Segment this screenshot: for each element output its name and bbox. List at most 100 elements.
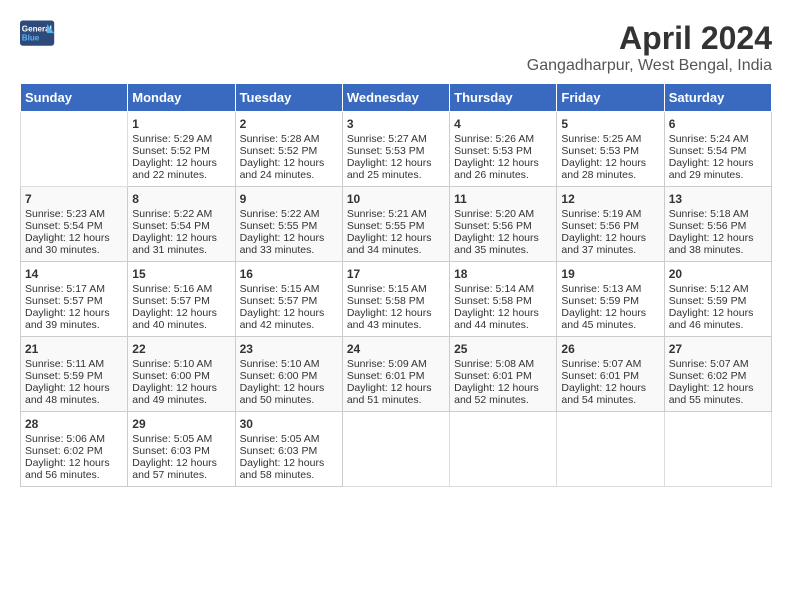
calendar-cell: 8Sunrise: 5:22 AMSunset: 5:54 PMDaylight… xyxy=(128,187,235,262)
day-info: Sunset: 5:57 PM xyxy=(25,295,123,307)
day-number: 19 xyxy=(561,267,659,281)
day-info: Sunrise: 5:26 AM xyxy=(454,133,552,145)
day-info: and 35 minutes. xyxy=(454,244,552,256)
calendar-cell: 7Sunrise: 5:23 AMSunset: 5:54 PMDaylight… xyxy=(21,187,128,262)
col-header-wednesday: Wednesday xyxy=(342,84,449,112)
col-header-sunday: Sunday xyxy=(21,84,128,112)
day-number: 21 xyxy=(25,342,123,356)
day-info: and 28 minutes. xyxy=(561,169,659,181)
day-info: and 33 minutes. xyxy=(240,244,338,256)
day-info: Sunrise: 5:27 AM xyxy=(347,133,445,145)
day-info: Daylight: 12 hours xyxy=(669,157,767,169)
day-info: and 38 minutes. xyxy=(669,244,767,256)
day-info: Sunrise: 5:21 AM xyxy=(347,208,445,220)
day-info: Sunset: 6:02 PM xyxy=(25,445,123,457)
calendar-cell: 1Sunrise: 5:29 AMSunset: 5:52 PMDaylight… xyxy=(128,112,235,187)
day-info: Daylight: 12 hours xyxy=(454,157,552,169)
day-info: Sunrise: 5:17 AM xyxy=(25,283,123,295)
day-number: 30 xyxy=(240,417,338,431)
calendar-cell: 14 Sunrise: 5:17 AMSunset: 5:57 PMDayligh… xyxy=(21,262,128,337)
day-info: Sunset: 5:52 PM xyxy=(132,145,230,157)
day-number: 3 xyxy=(347,117,445,131)
day-info: Sunset: 5:53 PM xyxy=(347,145,445,157)
calendar-cell xyxy=(21,112,128,187)
day-info: Daylight: 12 hours xyxy=(669,232,767,244)
calendar-cell: 16Sunrise: 5:15 AMSunset: 5:57 PMDayligh… xyxy=(235,262,342,337)
day-number: 2 xyxy=(240,117,338,131)
day-info: Sunrise: 5:05 AM xyxy=(240,433,338,445)
day-info: Sunrise: 5:25 AM xyxy=(561,133,659,145)
day-info: Sunset: 5:57 PM xyxy=(240,295,338,307)
svg-text:Blue: Blue xyxy=(22,33,40,42)
day-info: Sunrise: 5:28 AM xyxy=(240,133,338,145)
day-info: and 46 minutes. xyxy=(669,319,767,331)
calendar-cell: 25Sunrise: 5:08 AMSunset: 6:01 PMDayligh… xyxy=(450,337,557,412)
day-info: and 39 minutes. xyxy=(25,319,123,331)
day-info: Sunrise: 5:07 AM xyxy=(669,358,767,370)
day-number: 14 xyxy=(25,267,123,281)
page-header: General Blue April 2024 Gangadharpur, We… xyxy=(20,20,772,75)
day-info: Sunset: 6:03 PM xyxy=(240,445,338,457)
calendar-cell: 13Sunrise: 5:18 AMSunset: 5:56 PMDayligh… xyxy=(664,187,771,262)
day-info: Daylight: 12 hours xyxy=(25,307,123,319)
day-number: 9 xyxy=(240,192,338,206)
day-info: Daylight: 12 hours xyxy=(561,232,659,244)
week-row-5: 28Sunrise: 5:06 AMSunset: 6:02 PMDayligh… xyxy=(21,412,772,487)
col-header-tuesday: Tuesday xyxy=(235,84,342,112)
day-info: Sunset: 5:57 PM xyxy=(132,295,230,307)
col-header-monday: Monday xyxy=(128,84,235,112)
day-info: Sunset: 5:54 PM xyxy=(669,145,767,157)
day-info: Sunset: 5:52 PM xyxy=(240,145,338,157)
calendar-cell: 2 Sunrise: 5:28 AMSunset: 5:52 PMDaylight… xyxy=(235,112,342,187)
day-info: and 49 minutes. xyxy=(132,394,230,406)
calendar-cell: 15Sunrise: 5:16 AMSunset: 5:57 PMDayligh… xyxy=(128,262,235,337)
day-info: and 34 minutes. xyxy=(347,244,445,256)
calendar-cell: 20Sunrise: 5:12 AMSunset: 5:59 PMDayligh… xyxy=(664,262,771,337)
day-info: Daylight: 12 hours xyxy=(561,157,659,169)
day-info: and 43 minutes. xyxy=(347,319,445,331)
day-info: Daylight: 12 hours xyxy=(240,157,338,169)
logo-icon: General Blue xyxy=(20,20,56,48)
col-header-friday: Friday xyxy=(557,84,664,112)
day-info: Sunrise: 5:10 AM xyxy=(240,358,338,370)
calendar-cell xyxy=(557,412,664,487)
calendar-cell: 19Sunrise: 5:13 AMSunset: 5:59 PMDayligh… xyxy=(557,262,664,337)
day-info: Sunset: 5:59 PM xyxy=(561,295,659,307)
day-info: Sunrise: 5:07 AM xyxy=(561,358,659,370)
day-info: Sunrise: 5:16 AM xyxy=(132,283,230,295)
day-info: Daylight: 12 hours xyxy=(454,232,552,244)
day-info: Sunset: 5:58 PM xyxy=(347,295,445,307)
calendar-cell: 24Sunrise: 5:09 AMSunset: 6:01 PMDayligh… xyxy=(342,337,449,412)
day-info: and 37 minutes. xyxy=(561,244,659,256)
day-info: Sunrise: 5:22 AM xyxy=(132,208,230,220)
calendar-cell: 27Sunrise: 5:07 AMSunset: 6:02 PMDayligh… xyxy=(664,337,771,412)
week-row-2: 7Sunrise: 5:23 AMSunset: 5:54 PMDaylight… xyxy=(21,187,772,262)
day-info: Sunrise: 5:20 AM xyxy=(454,208,552,220)
day-number: 16 xyxy=(240,267,338,281)
day-info: Sunrise: 5:11 AM xyxy=(25,358,123,370)
day-info: Sunrise: 5:18 AM xyxy=(669,208,767,220)
week-row-1: 1Sunrise: 5:29 AMSunset: 5:52 PMDaylight… xyxy=(21,112,772,187)
day-number: 4 xyxy=(454,117,552,131)
calendar-cell: 4Sunrise: 5:26 AMSunset: 5:53 PMDaylight… xyxy=(450,112,557,187)
day-info: Sunset: 5:53 PM xyxy=(561,145,659,157)
calendar-cell: 21Sunrise: 5:11 AMSunset: 5:59 PMDayligh… xyxy=(21,337,128,412)
day-info: and 40 minutes. xyxy=(132,319,230,331)
calendar-cell: 29Sunrise: 5:05 AMSunset: 6:03 PMDayligh… xyxy=(128,412,235,487)
logo: General Blue xyxy=(20,20,58,48)
day-info: and 57 minutes. xyxy=(132,469,230,481)
day-number: 8 xyxy=(132,192,230,206)
day-number: 12 xyxy=(561,192,659,206)
day-info: and 48 minutes. xyxy=(25,394,123,406)
day-info: Sunrise: 5:10 AM xyxy=(132,358,230,370)
day-info: Sunset: 6:00 PM xyxy=(132,370,230,382)
day-info: Daylight: 12 hours xyxy=(669,382,767,394)
day-info: Sunrise: 5:19 AM xyxy=(561,208,659,220)
day-info: Sunset: 5:58 PM xyxy=(454,295,552,307)
calendar-cell: 18Sunrise: 5:14 AMSunset: 5:58 PMDayligh… xyxy=(450,262,557,337)
day-info: Daylight: 12 hours xyxy=(347,382,445,394)
day-number: 20 xyxy=(669,267,767,281)
day-info: Daylight: 12 hours xyxy=(25,232,123,244)
calendar-cell xyxy=(450,412,557,487)
day-number: 26 xyxy=(561,342,659,356)
